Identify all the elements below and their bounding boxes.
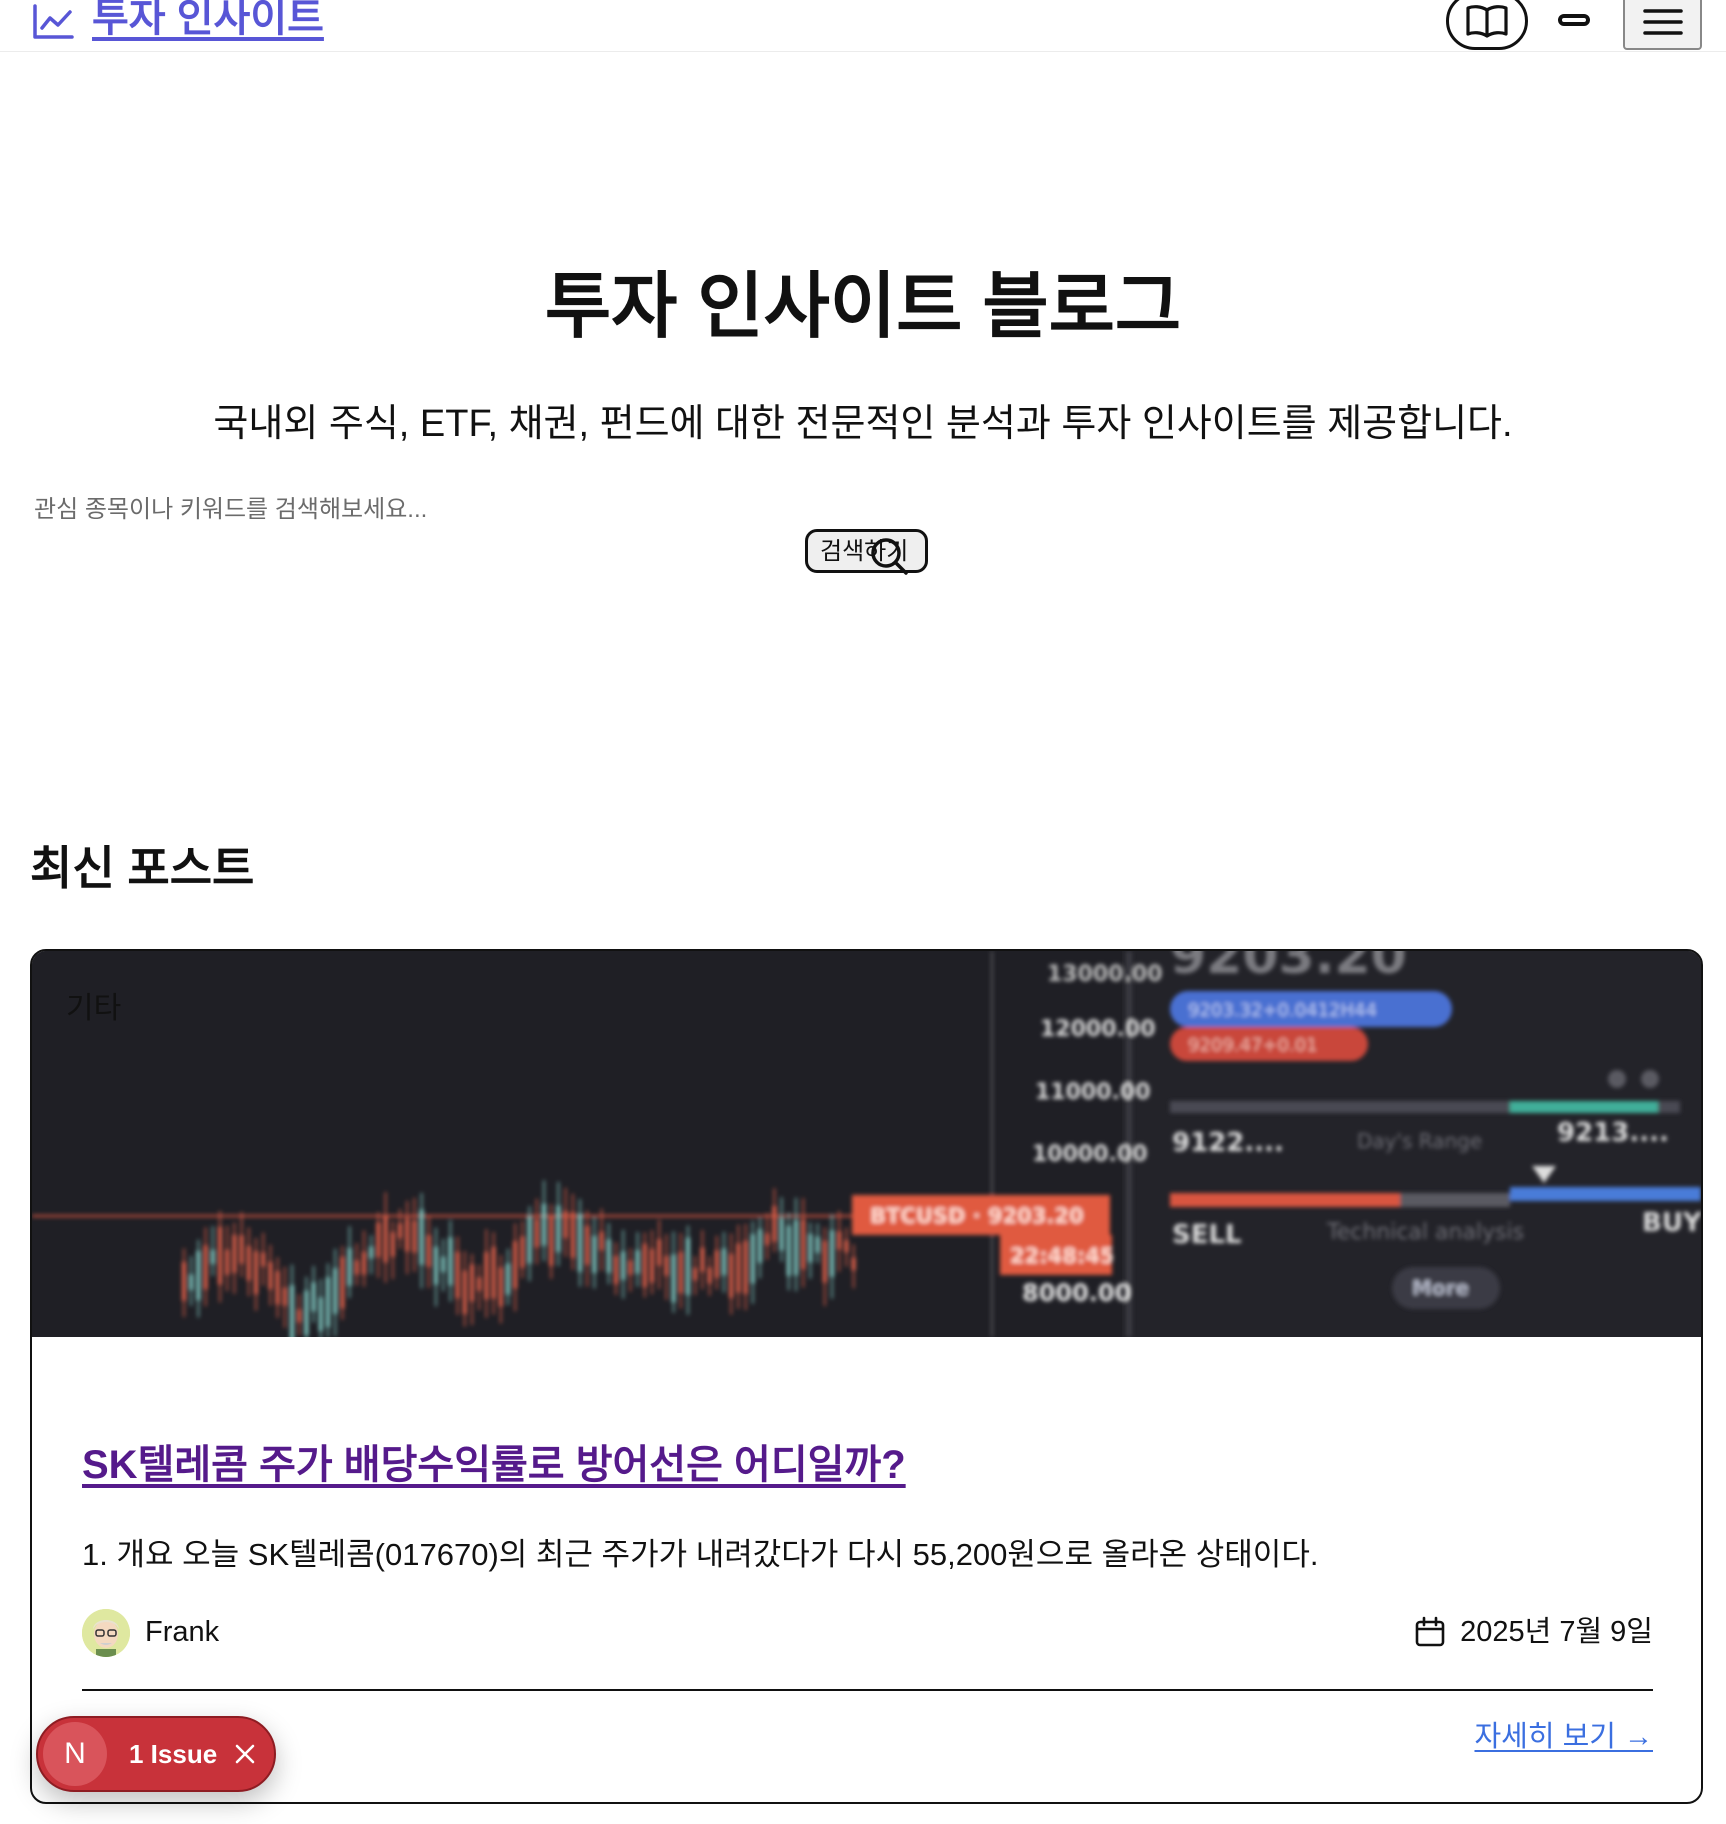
search-input[interactable] — [34, 492, 734, 528]
site-header: 투자 인사이트 — [0, 0, 1726, 52]
close-icon[interactable] — [233, 1742, 257, 1766]
theme-toggle-button[interactable] — [1558, 14, 1590, 26]
ask-pill: 9209.47+0.01 — [1188, 1035, 1318, 1056]
analysis-label: Technical analysis — [1326, 1220, 1524, 1245]
range-label: Day's Range — [1357, 1129, 1482, 1153]
brand-link[interactable]: 투자 인사이트 — [32, 0, 324, 44]
brand-name: 투자 인사이트 — [92, 0, 324, 40]
post-thumbnail: 13000.00 12000.00 11000.00 10000.00 8000… — [32, 951, 1701, 1337]
time-label: 22:48:45 — [1010, 1244, 1114, 1268]
section-title: 최신 포스트 — [30, 842, 255, 894]
more-label: More — [1412, 1276, 1469, 1300]
sell-label: SELL — [1172, 1220, 1242, 1250]
ticker-label: BTCUSD · 9203.20 — [870, 1204, 1084, 1228]
low-value: 9122.... — [1172, 1128, 1284, 1158]
post-excerpt: 1. 개요 오늘 SK텔레콤(017670)의 최근 주가가 내려갔다가 다시 … — [82, 1537, 1319, 1572]
issue-badge[interactable]: N 1 Issue — [36, 1716, 276, 1792]
buy-label: BUY — [1642, 1208, 1701, 1238]
post-title-link[interactable]: SK텔레콤 주가 배당수익률로 방어선은 어디일까? — [82, 1441, 906, 1489]
price-level: 11000.00 — [1035, 1080, 1151, 1105]
high-value: 9213.... — [1557, 1118, 1669, 1148]
price-level: 12000.00 — [1040, 1017, 1156, 1042]
big-price: 9203.20 — [1170, 951, 1407, 986]
hero-title: 투자 인사이트 블로그 — [544, 267, 1182, 347]
card-divider — [82, 1689, 1653, 1691]
open-book-icon — [1466, 5, 1508, 38]
author-avatar — [82, 1609, 130, 1657]
price-level: 13000.00 — [1047, 962, 1163, 987]
read-more-link[interactable]: 자세히 보기 → — [1474, 1719, 1653, 1755]
menu-button[interactable] — [1623, 0, 1702, 50]
bid-pill: 9203.32+0.0412H44 — [1188, 1000, 1377, 1021]
calendar-icon — [1415, 1616, 1445, 1647]
line-chart-icon — [33, 4, 74, 39]
price-level: 10000.00 — [1032, 1142, 1148, 1167]
next-logo-icon: N — [43, 1722, 107, 1786]
post-date: 2025년 7월 9일 — [1414, 1613, 1653, 1651]
post-card[interactable]: 13000.00 12000.00 11000.00 10000.00 8000… — [30, 949, 1703, 1804]
hero-subtitle: 국내외 주식, ETF, 채권, 펀드에 대한 전문적인 분석과 투자 인사이트… — [213, 403, 1513, 445]
post-category: 기타 — [66, 992, 122, 1025]
trading-chart-image: 13000.00 12000.00 11000.00 10000.00 8000… — [32, 951, 1701, 1337]
hamburger-menu-icon — [1642, 9, 1683, 35]
author-name: Frank — [145, 1616, 220, 1648]
search-icon — [871, 538, 908, 575]
book-button[interactable] — [1446, 0, 1528, 50]
avatar-icon — [82, 1609, 130, 1657]
search-button[interactable]: 검색하기 — [805, 529, 928, 575]
issue-count: 1 Issue — [129, 1739, 218, 1769]
price-level: 8000.00 — [1022, 1279, 1131, 1307]
post-date-text: 2025년 7월 9일 — [1460, 1616, 1653, 1648]
